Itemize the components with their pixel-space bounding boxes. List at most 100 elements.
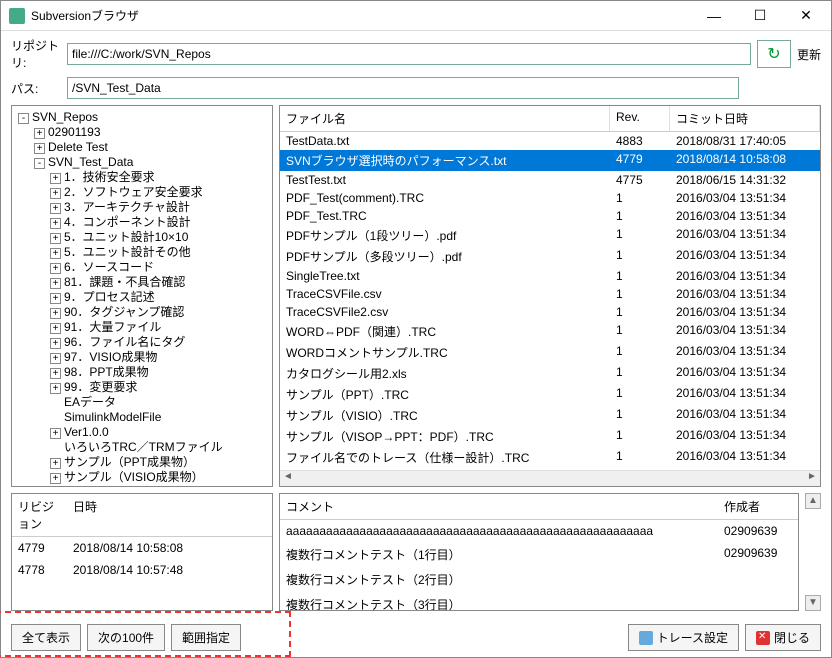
tree-node[interactable]: +96．ファイル名にタグ [50,335,268,350]
tree-toggle-icon[interactable]: + [50,233,61,244]
file-row[interactable]: TestTest.txt47752018/06/15 14:31:32 [280,171,820,189]
col-header-rev[interactable]: Rev. [610,106,670,131]
tree-node[interactable]: +90．タグジャンプ確認 [50,305,268,320]
file-row[interactable]: サンプル（VISIO）.TRC12016/03/04 13:51:34 [280,405,820,426]
tree-node[interactable]: +91．大量ファイル [50,320,268,335]
close-window-button[interactable]: ✕ [783,1,829,31]
col-header-date[interactable]: コミット日時 [670,106,820,131]
close-button[interactable]: 閉じる [745,624,821,651]
comment-row[interactable]: 複数行コメントテスト（1行目）02909639 [280,542,798,567]
revision-row[interactable]: 47782018/08/14 10:57:48 [12,559,272,581]
col-header-datetime[interactable]: 日時 [67,494,272,536]
tree-node[interactable]: SimulinkModelFile [50,410,268,425]
tree-node[interactable]: +02901193 [34,125,268,140]
tree-toggle-icon[interactable]: + [34,128,45,139]
maximize-button[interactable]: ☐ [737,1,783,31]
tree-node[interactable]: +4．コンポーネント設計 [50,215,268,230]
tree-toggle-icon[interactable]: + [50,428,61,439]
tree-toggle-icon[interactable]: + [50,293,61,304]
tree-toggle-icon[interactable]: - [34,158,45,169]
show-all-button[interactable]: 全て表示 [11,624,81,651]
comment-row[interactable]: 複数行コメントテスト（3行目） [280,592,798,610]
file-row[interactable]: SingleTree.txt12016/03/04 13:51:34 [280,267,820,285]
tree-toggle-icon[interactable]: + [50,473,61,484]
col-header-comment[interactable]: コメント [280,494,718,519]
file-row[interactable]: SVNブラウザ選択時のパフォーマンス.txt47792018/08/14 10:… [280,150,820,171]
trace-settings-button[interactable]: トレース設定 [628,624,739,651]
refresh-button[interactable]: ↻ [757,40,791,68]
comment-row[interactable]: 複数行コメントテスト（2行目） [280,567,798,592]
file-row[interactable]: サンプル（VISOP→PPT：PDF）.TRC12016/03/04 13:51… [280,426,820,447]
tree-node[interactable]: +99．変更要求 [50,380,268,395]
tree-toggle-icon[interactable]: + [50,218,61,229]
file-row[interactable]: PDFサンプル（1段ツリー）.pdf12016/03/04 13:51:34 [280,225,820,246]
tree-toggle-icon[interactable]: + [34,143,45,154]
file-row[interactable]: WORDコメントサンプル.TRC12016/03/04 13:51:34 [280,342,820,363]
col-header-author[interactable]: 作成者 [718,494,798,519]
tree-node[interactable]: +97．VISIO成果物 [50,350,268,365]
tree-node[interactable]: +サンプル（PPT成果物） [50,455,268,470]
col-header-filename[interactable]: ファイル名 [280,106,610,131]
scroll-up-icon[interactable]: ▲ [805,493,821,509]
path-input[interactable] [67,77,739,99]
tree-node[interactable]: +サンプル（VISIO成果物） [50,470,268,485]
file-row[interactable]: WORD⇔PDF（関連）.TRC12016/03/04 13:51:34 [280,321,820,342]
tree-toggle-icon[interactable]: + [50,338,61,349]
file-row[interactable]: ファイル名でのトレース（仕様ー設計）.TRC12016/03/04 13:51:… [280,447,820,468]
minimize-button[interactable]: — [691,1,737,31]
file-row[interactable]: PDFサンプル（多段ツリー）.pdf12016/03/04 13:51:34 [280,246,820,267]
col-header-revision[interactable]: リビジョン [12,494,67,536]
tree-toggle-icon[interactable]: + [50,278,61,289]
file-cell-name: カタログシール用2.xls [280,363,610,384]
file-row[interactable]: TraceCSVFile.csv12016/03/04 13:51:34 [280,285,820,303]
revision-row[interactable]: 47792018/08/14 10:58:08 [12,537,272,559]
revision-list[interactable]: リビジョン 日時 47792018/08/14 10:58:0847782018… [11,493,273,611]
tree-node[interactable]: +Ver1.0.0 [50,425,268,440]
range-button[interactable]: 範囲指定 [171,624,241,651]
tree-node-label: 99．変更要求 [64,380,137,394]
tree-toggle-icon[interactable]: + [50,383,61,394]
tree-node[interactable]: EAデータ [50,395,268,410]
repository-tree[interactable]: -SVN_Repos+02901193+Delete Test-SVN_Test… [11,105,273,487]
tree-toggle-icon[interactable]: + [50,353,61,364]
tree-toggle-icon[interactable]: + [50,173,61,184]
tree-node[interactable]: +2．ソフトウェア安全要求 [50,185,268,200]
file-row[interactable]: PDF_Test(comment).TRC12016/03/04 13:51:3… [280,189,820,207]
tree-node[interactable]: +5．ユニット設計その他 [50,245,268,260]
tree-toggle-icon[interactable]: + [50,188,61,199]
tree-toggle-icon[interactable]: + [50,248,61,259]
horizontal-scrollbar[interactable]: ◄► [280,470,820,486]
file-list[interactable]: ファイル名 Rev. コミット日時 TestData.txt48832018/0… [279,105,821,487]
tree-toggle-icon[interactable]: + [50,368,61,379]
tree-toggle-icon[interactable]: + [50,203,61,214]
comment-row[interactable]: aaaaaaaaaaaaaaaaaaaaaaaaaaaaaaaaaaaaaaaa… [280,520,798,542]
tree-node[interactable]: +3．アーキテクチャ設計 [50,200,268,215]
tree-toggle-icon[interactable]: + [50,308,61,319]
tree-root[interactable]: -SVN_Repos+02901193+Delete Test-SVN_Test… [18,110,268,485]
next-100-button[interactable]: 次の100件 [87,624,165,651]
tree-node[interactable]: +81．課題・不具合確認 [50,275,268,290]
file-row[interactable]: TestData.txt48832018/08/31 17:40:05 [280,132,820,150]
repository-input[interactable] [67,43,751,65]
tree-node[interactable]: +98．PPT成果物 [50,365,268,380]
file-cell-date: 2016/03/04 13:51:34 [670,303,820,321]
tree-node[interactable]: +1．技術安全要求 [50,170,268,185]
file-row[interactable]: カタログシール用2.xls12016/03/04 13:51:34 [280,363,820,384]
file-row[interactable]: TraceCSVFile2.csv12016/03/04 13:51:34 [280,303,820,321]
tree-node[interactable]: +6．ソースコード [50,260,268,275]
scroll-down-icon[interactable]: ▼ [805,595,821,611]
file-row[interactable]: PDF_Test.TRC12016/03/04 13:51:34 [280,207,820,225]
tree-node-label: 6．ソースコード [64,260,154,274]
tree-node[interactable]: -SVN_Test_Data+1．技術安全要求+2．ソフトウェア安全要求+3．ア… [34,155,268,485]
trace-icon [639,631,653,645]
tree-toggle-icon[interactable]: - [18,113,29,124]
tree-node[interactable]: +9．プロセス記述 [50,290,268,305]
tree-node[interactable]: いろいろTRC／TRMファイル [50,440,268,455]
tree-toggle-icon[interactable]: + [50,458,61,469]
tree-toggle-icon[interactable]: + [50,323,61,334]
tree-toggle-icon[interactable]: + [50,263,61,274]
tree-node[interactable]: +Delete Test [34,140,268,155]
tree-node[interactable]: +5．ユニット設計10×10 [50,230,268,245]
comment-list[interactable]: コメント 作成者 aaaaaaaaaaaaaaaaaaaaaaaaaaaaaaa… [279,493,799,611]
file-row[interactable]: サンプル（PPT）.TRC12016/03/04 13:51:34 [280,384,820,405]
